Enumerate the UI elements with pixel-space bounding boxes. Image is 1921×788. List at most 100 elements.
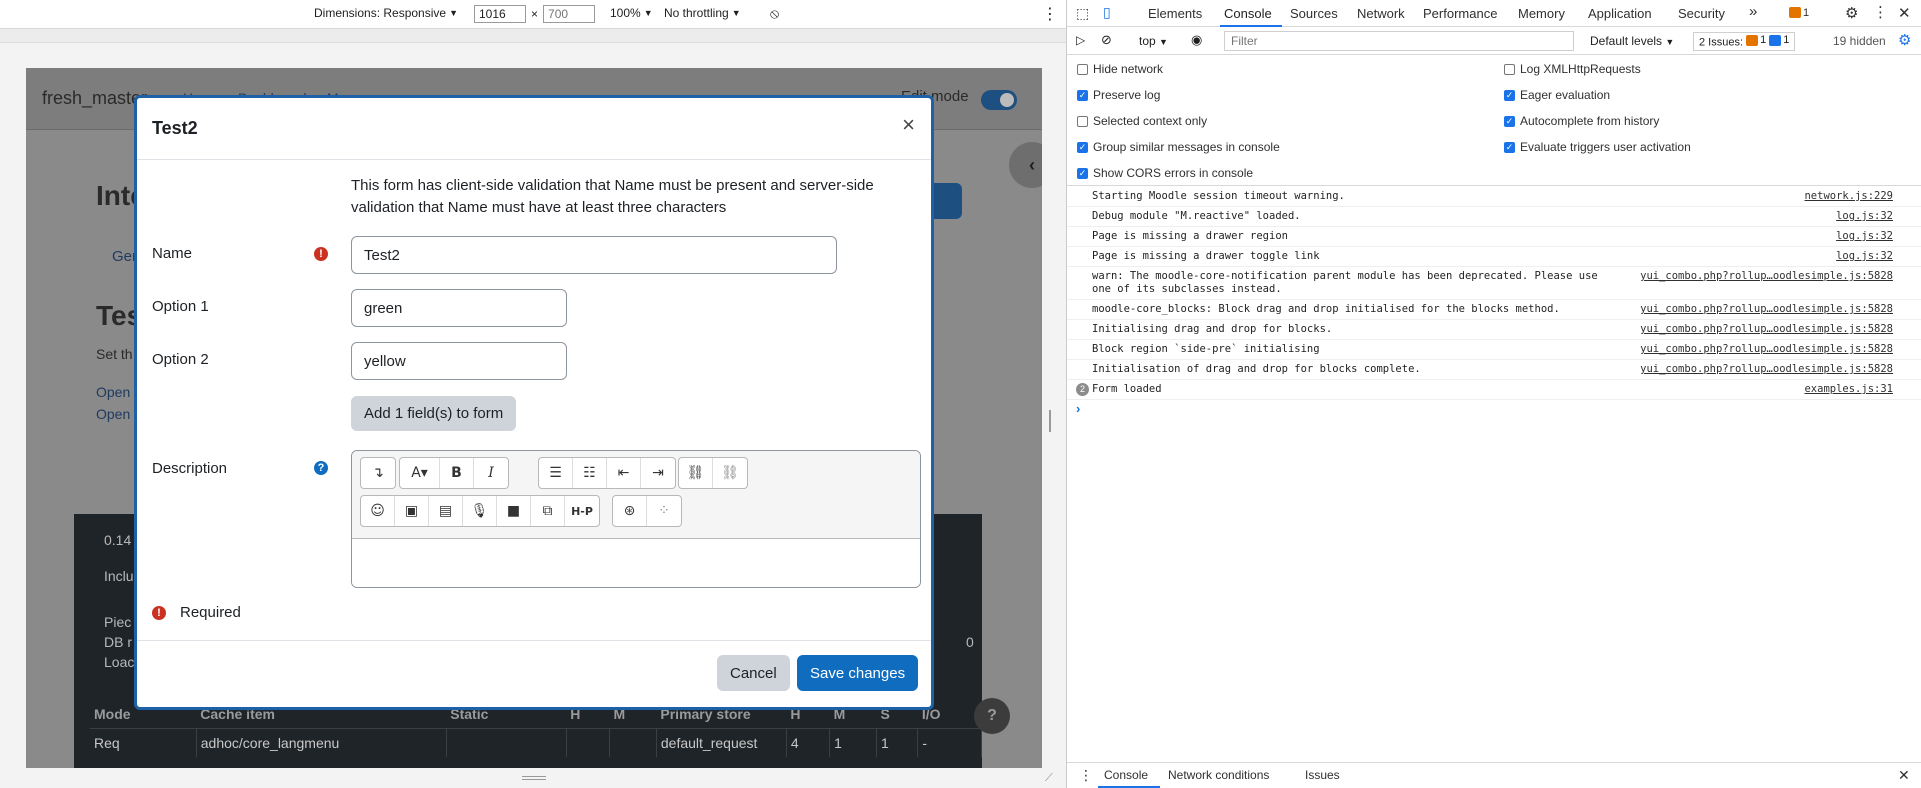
rotate-icon[interactable]: ⦸ (770, 5, 779, 22)
ordered-list-icon[interactable]: ☷ (573, 458, 607, 488)
tab-memory[interactable]: Memory (1518, 6, 1565, 21)
log-xhr-checkbox[interactable]: Log XMLHttpRequests (1504, 62, 1641, 76)
accessibility-checker-icon[interactable]: ⊛ (613, 496, 647, 526)
more-options-icon[interactable]: ⋮ (1873, 3, 1888, 21)
height-input[interactable] (543, 5, 596, 23)
preserve-log-checkbox[interactable]: ✓ Preserve log (1077, 88, 1160, 102)
emoji-icon[interactable]: ☺ (361, 496, 395, 526)
drawer-tab-network-conditions[interactable]: Network conditions (1168, 768, 1269, 782)
media-icon[interactable]: ▤ (429, 496, 463, 526)
collapse-toolbar-icon[interactable]: ↴ (361, 458, 395, 488)
open-link-1[interactable]: Open (96, 384, 130, 400)
log-source-link[interactable]: yui_combo.php?rollup…oodlesimple.js:5828 (1640, 303, 1893, 316)
option2-input[interactable] (351, 342, 567, 380)
gear-icon[interactable]: ⚙ (1845, 4, 1858, 22)
font-style-icon[interactable]: A▾ (400, 458, 440, 488)
log-source-link[interactable]: log.js:32 (1836, 250, 1893, 263)
more-tabs-icon[interactable]: » (1749, 3, 1757, 20)
eye-icon[interactable]: ◉ (1191, 32, 1202, 48)
option1-label: Option 1 (152, 298, 209, 315)
close-icon[interactable]: ✕ (1898, 4, 1911, 22)
resize-handle-horizontal[interactable] (522, 776, 546, 780)
log-source-link[interactable]: yui_combo.php?rollup…oodlesimple.js:5828 (1640, 270, 1893, 283)
unlink-icon[interactable]: ⛓ (713, 458, 747, 488)
drawer-tab-console[interactable]: Console (1104, 768, 1148, 782)
selected-context-checkbox[interactable]: Selected context only (1077, 114, 1207, 128)
add-fields-button[interactable]: Add 1 field(s) to form (351, 396, 517, 431)
width-input[interactable] (474, 5, 526, 23)
manage-files-icon[interactable]: ⧉ (531, 496, 565, 526)
zoom-dropdown[interactable]: 100% ▼ (610, 6, 653, 20)
tab-performance[interactable]: Performance (1423, 6, 1497, 21)
log-source-link[interactable]: log.js:32 (1836, 210, 1893, 223)
resize-corner-icon[interactable]: ⟋ (1045, 772, 1053, 785)
outdent-icon[interactable]: ⇤ (607, 458, 641, 488)
evaluate-triggers-checkbox[interactable]: ✓ Evaluate triggers user activation (1504, 140, 1691, 154)
help-button[interactable]: ? (974, 698, 1010, 734)
close-drawer-icon[interactable]: ✕ (1898, 767, 1910, 784)
drawer-toggle-button[interactable]: ‹ (1009, 142, 1042, 188)
show-cors-checkbox[interactable]: ✓ Show CORS errors in console (1077, 166, 1253, 180)
log-source-link[interactable]: yui_combo.php?rollup…oodlesimple.js:5828 (1640, 363, 1893, 376)
more-options-icon[interactable]: ⋮ (1042, 4, 1058, 24)
option1-input[interactable] (351, 289, 567, 327)
throttling-dropdown[interactable]: No throttling ▼ (664, 6, 741, 20)
save-changes-button[interactable]: Save changes (797, 655, 919, 691)
console-prompt[interactable]: › (1067, 400, 1921, 420)
tab-console[interactable]: Console (1224, 6, 1272, 21)
eager-evaluation-checkbox[interactable]: ✓ Eager evaluation (1504, 88, 1610, 102)
bold-icon[interactable]: B (440, 458, 474, 488)
italic-icon[interactable]: I (474, 458, 508, 488)
cancel-button[interactable]: Cancel (717, 655, 790, 691)
link-icon[interactable]: ⛓ (679, 458, 713, 488)
group-similar-checkbox[interactable]: ✓ Group similar messages in console (1077, 140, 1280, 154)
site-name[interactable]: fresh_master (42, 88, 147, 109)
hide-network-checkbox[interactable]: Hide network (1077, 62, 1163, 76)
drawer-tab-issues[interactable]: Issues (1305, 768, 1340, 782)
devtools-drawer-tabbar: ⋮ Console Network conditions Issues ✕ (1067, 762, 1921, 788)
log-entry: Block region `side-pre` initialising yui_… (1067, 340, 1921, 360)
dimensions-dropdown[interactable]: Dimensions: Responsive ▼ (314, 6, 458, 20)
table-cell: 4 (786, 728, 831, 757)
image-icon[interactable]: ▣ (395, 496, 429, 526)
autocomplete-history-checkbox[interactable]: ✓ Autocomplete from history (1504, 114, 1659, 128)
tab-elements[interactable]: Elements (1148, 6, 1202, 21)
context-selector[interactable]: top ▼ (1139, 34, 1168, 48)
indent-icon[interactable]: ⇥ (641, 458, 675, 488)
microphone-icon[interactable]: 🎙 (463, 496, 497, 526)
checkbox-checked-icon: ✓ (1504, 89, 1515, 101)
inspect-element-icon[interactable]: ⬚ (1076, 5, 1089, 22)
log-levels-dropdown[interactable]: Default levels ▼ (1590, 34, 1674, 48)
log-source-link[interactable]: log.js:32 (1836, 230, 1893, 243)
tab-security[interactable]: Security (1678, 6, 1725, 21)
issues-button[interactable]: 2 Issues: 1 1 (1693, 32, 1796, 51)
log-source-link[interactable]: network.js:229 (1804, 190, 1893, 203)
log-source-link[interactable]: yui_combo.php?rollup…oodlesimple.js:5828 (1640, 343, 1893, 356)
description-textarea[interactable] (352, 539, 920, 587)
name-input[interactable] (351, 236, 837, 274)
log-source-link[interactable]: examples.js:31 (1804, 383, 1893, 396)
table-cell: - (917, 728, 982, 757)
help-icon[interactable]: ? (314, 461, 328, 475)
tab-application[interactable]: Application (1588, 6, 1652, 21)
console-messages: Starting Moodle session timeout warning.… (1067, 187, 1921, 420)
video-camera-icon[interactable]: ■ (497, 496, 531, 526)
sidebar-toggle-icon[interactable]: ▷ (1076, 33, 1085, 47)
resize-handle-vertical[interactable] (1049, 410, 1051, 432)
device-toolbar-icon[interactable]: ▯ (1103, 4, 1111, 21)
edit-mode-toggle[interactable] (981, 90, 1017, 110)
open-link-2[interactable]: Open (96, 406, 130, 422)
console-settings-gear-icon[interactable]: ⚙ (1898, 31, 1911, 49)
chevron-left-icon: ‹ (1029, 154, 1035, 175)
tab-network[interactable]: Network (1357, 6, 1405, 21)
issues-counter[interactable]: 1 (1789, 6, 1809, 21)
drawer-menu-icon[interactable]: ⋮ (1079, 767, 1093, 784)
unordered-list-icon[interactable]: ☰ (539, 458, 573, 488)
h5p-icon[interactable]: H-P (565, 496, 599, 526)
clear-console-icon[interactable]: ⊘ (1101, 32, 1112, 48)
close-icon[interactable]: × (902, 112, 915, 138)
filter-input[interactable] (1224, 31, 1574, 51)
log-source-link[interactable]: yui_combo.php?rollup…oodlesimple.js:5828 (1640, 323, 1893, 336)
tab-sources[interactable]: Sources (1290, 6, 1338, 21)
screenreader-helper-icon[interactable]: ⁘ (647, 496, 681, 526)
